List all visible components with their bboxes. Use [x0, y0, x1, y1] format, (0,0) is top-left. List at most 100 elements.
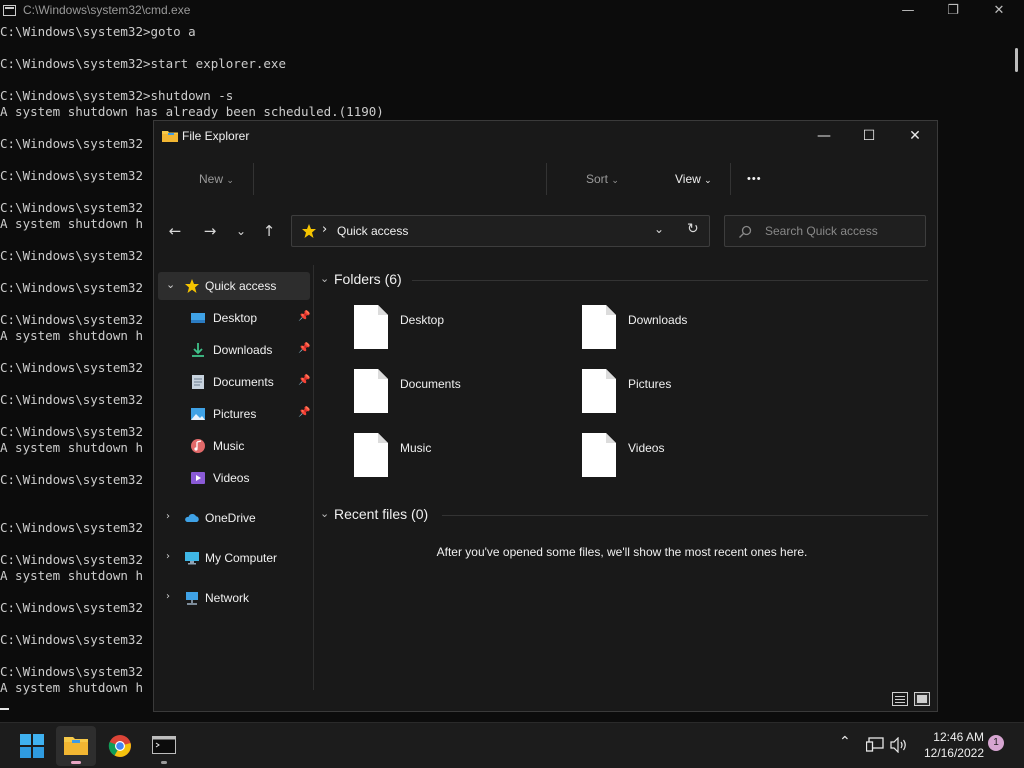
- search-placeholder: Search Quick access: [765, 224, 878, 238]
- recent-locations-button[interactable]: ⌄: [227, 213, 255, 249]
- cmd-output-line: C:\Windows\system32: [0, 552, 143, 567]
- cmd-output-line: C:\Windows\system32: [0, 360, 143, 375]
- folder-tile-music[interactable]: Music: [354, 431, 574, 485]
- search-box[interactable]: Search Quick access: [724, 215, 926, 247]
- folder-tile-videos[interactable]: Videos: [582, 431, 802, 485]
- cmd-maximize-button[interactable]: ❐: [930, 2, 976, 20]
- collapse-folders-icon[interactable]: ⌄: [320, 272, 329, 285]
- sidebar-item-label: OneDrive: [205, 511, 256, 525]
- cmd-app-icon: [3, 5, 16, 16]
- folder-name: Pictures: [628, 377, 672, 391]
- sidebar-item-label: Pictures: [213, 407, 257, 421]
- cmd-output-line: C:\Windows\system32: [0, 200, 143, 215]
- sidebar-item-videos[interactable]: Videos: [158, 464, 310, 492]
- cmd-scrollbar[interactable]: [1015, 48, 1018, 72]
- folder-name: Music: [400, 441, 432, 455]
- cmd-output-line: A system shutdown h: [0, 680, 143, 695]
- divider: [730, 163, 731, 195]
- sort-button[interactable]: Sort ⌄: [586, 155, 619, 203]
- section-divider: [442, 515, 928, 516]
- address-dropdown-icon[interactable]: ⌄: [654, 222, 664, 236]
- cmd-output-line: C:\Windows\system32: [0, 136, 143, 151]
- chevron-down-icon: ⌄: [226, 175, 234, 185]
- pin-icon: 📌: [298, 375, 311, 386]
- folder-tile-pictures[interactable]: Pictures: [582, 367, 802, 421]
- cmd-close-button[interactable]: ✕: [976, 2, 1022, 20]
- start-button[interactable]: [12, 726, 52, 766]
- refresh-button[interactable]: ↻: [687, 221, 699, 237]
- sidebar-item-onedrive[interactable]: › OneDrive: [158, 504, 310, 532]
- file-icon: [354, 433, 388, 477]
- view-button[interactable]: View ⌄: [675, 155, 712, 203]
- file-icon: [582, 433, 616, 477]
- pane-divider[interactable]: [313, 265, 314, 690]
- cmd-output-line: A system shutdown h: [0, 328, 143, 343]
- close-button[interactable]: ✕: [892, 121, 938, 151]
- folder-tile-downloads[interactable]: Downloads: [582, 303, 802, 357]
- clock[interactable]: 12:46 AM 12/16/2022: [912, 729, 984, 761]
- minimize-button[interactable]: —: [801, 121, 847, 151]
- cmd-titlebar[interactable]: C:\Windows\system32\cmd.exe — ❐ ✕: [0, 0, 1024, 23]
- command-bar: New ⌄ Sort ⌄ View ⌄ •••: [154, 155, 937, 203]
- folder-name: Documents: [400, 377, 461, 391]
- sidebar-item-documents[interactable]: Documents 📌: [158, 368, 310, 396]
- file-explorer-window[interactable]: File Explorer — ☐ ✕ New ⌄ Sort ⌄ View ⌄ …: [153, 120, 938, 712]
- chevron-up-icon[interactable]: ⌃: [839, 734, 851, 750]
- pin-icon: 📌: [298, 343, 311, 354]
- back-button[interactable]: ←: [161, 213, 189, 249]
- network-status-icon[interactable]: [866, 737, 884, 753]
- folder-tile-documents[interactable]: Documents: [354, 367, 574, 421]
- star-icon: [302, 224, 316, 238]
- cmd-title: C:\Windows\system32\cmd.exe: [23, 3, 191, 17]
- sidebar-item-label: Videos: [213, 471, 250, 485]
- folders-section-header[interactable]: Folders (6): [334, 271, 402, 287]
- cmd-output-line: A system shutdown h: [0, 440, 143, 455]
- taskbar-file-explorer[interactable]: [56, 726, 96, 766]
- cmd-output-line: A system shutdown has already been sched…: [0, 104, 384, 119]
- file-icon: [582, 305, 616, 349]
- address-bar[interactable]: › Quick access ⌄ ↻: [291, 215, 710, 247]
- navigation-bar: ← → ⌄ ↑ › Quick access ⌄ ↻ Search Quick …: [154, 213, 937, 249]
- desktop-icon: [191, 313, 205, 323]
- music-icon: [191, 439, 205, 453]
- sidebar-item-label: My Computer: [205, 551, 278, 565]
- cmd-output-line: A system shutdown h: [0, 216, 143, 231]
- cmd-minimize-button[interactable]: —: [885, 2, 931, 20]
- tiles-view-icon[interactable]: [914, 692, 930, 706]
- sidebar-item-quick-access[interactable]: ⌄ Quick access: [158, 272, 310, 300]
- file-icon: [354, 369, 388, 413]
- recent-section-header[interactable]: Recent files (0): [334, 506, 428, 522]
- chevron-right-icon: ›: [166, 551, 170, 562]
- recent-empty-message: After you've opened some files, we'll sh…: [436, 545, 808, 559]
- cmd-output-line: C:\Windows\system32: [0, 312, 143, 327]
- up-button[interactable]: ↑: [255, 213, 283, 249]
- new-button[interactable]: New ⌄: [199, 155, 234, 203]
- collapse-recent-icon[interactable]: ⌄: [320, 507, 329, 520]
- breadcrumb-location[interactable]: Quick access: [337, 224, 408, 238]
- clock-time: 12:46 AM: [933, 730, 984, 744]
- volume-icon[interactable]: [890, 737, 908, 753]
- maximize-button[interactable]: ☐: [846, 121, 892, 151]
- star-icon: [185, 279, 199, 293]
- chevron-down-icon: ⌄: [166, 278, 176, 291]
- sidebar-item-music[interactable]: Music: [158, 432, 310, 460]
- taskbar-command-prompt[interactable]: [144, 726, 184, 766]
- forward-button[interactable]: →: [196, 213, 224, 249]
- taskbar-chrome[interactable]: [100, 726, 140, 766]
- sidebar-item-network[interactable]: › Network: [158, 584, 310, 612]
- folder-tile-desktop[interactable]: Desktop: [354, 303, 574, 357]
- start-icon: [20, 734, 44, 758]
- cmd-output-line: C:\Windows\system32>goto a: [0, 24, 196, 39]
- running-indicator: [161, 761, 167, 764]
- details-view-icon[interactable]: [892, 692, 908, 706]
- sidebar-item-pictures[interactable]: Pictures 📌: [158, 400, 310, 428]
- notification-badge[interactable]: 1: [988, 735, 1004, 751]
- sidebar-item-desktop[interactable]: Desktop 📌: [158, 304, 310, 332]
- cmd-output-line: C:\Windows\system32: [0, 392, 143, 407]
- cmd-output-line: C:\Windows\system32: [0, 472, 143, 487]
- view-label: View: [675, 172, 701, 186]
- sidebar-item-downloads[interactable]: Downloads 📌: [158, 336, 310, 364]
- more-options-button[interactable]: •••: [747, 155, 762, 203]
- clock-date: 12/16/2022: [923, 746, 984, 760]
- sidebar-item-my-computer[interactable]: › My Computer: [158, 544, 310, 572]
